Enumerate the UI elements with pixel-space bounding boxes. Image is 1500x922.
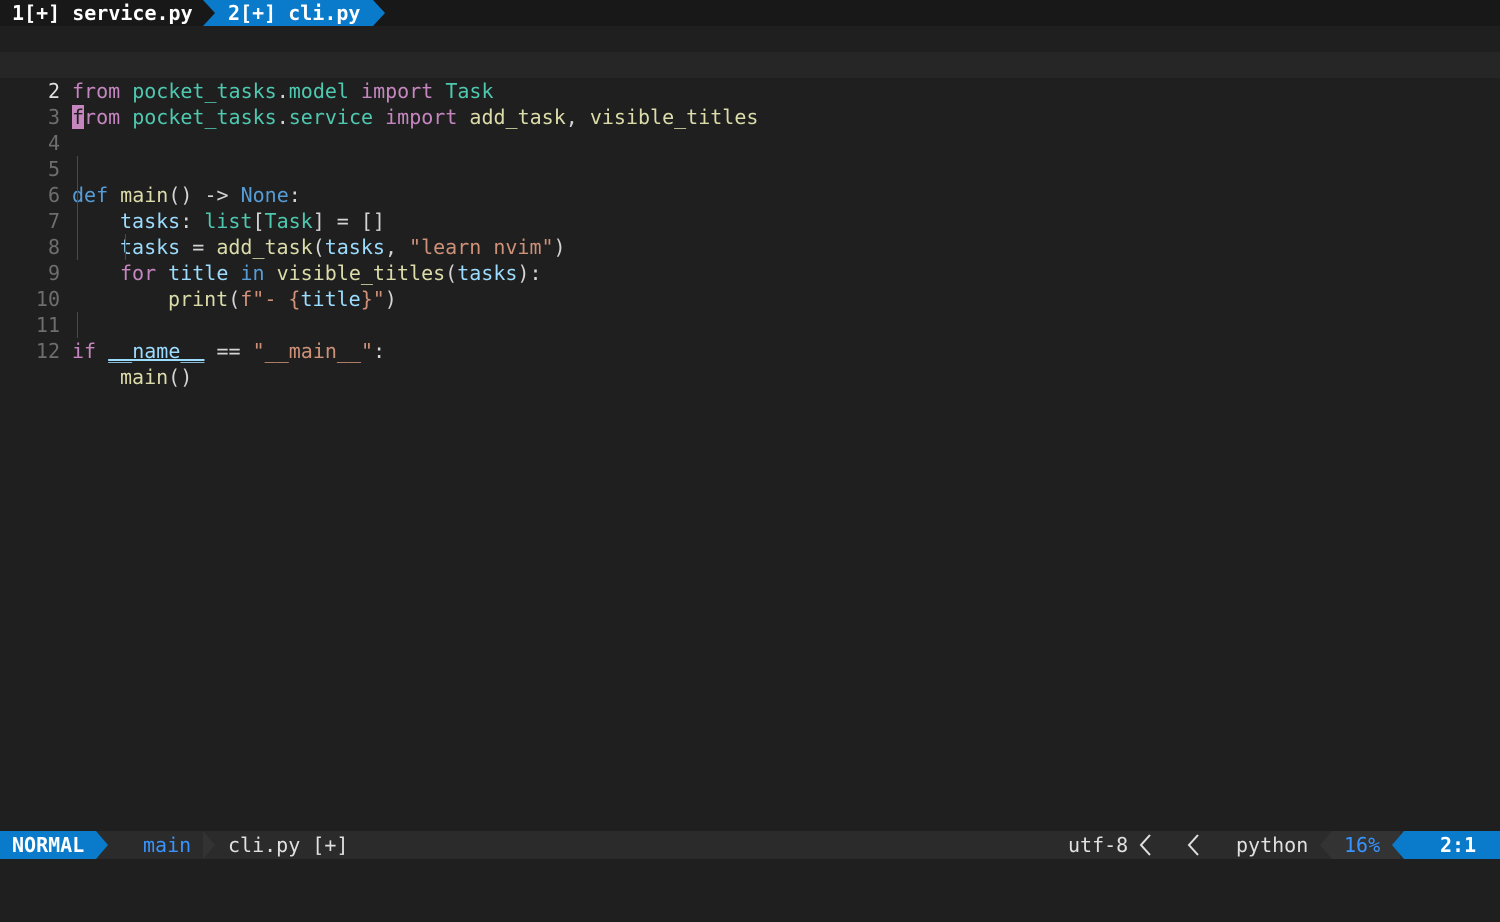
indent-guide: [77, 156, 78, 260]
indent-guide: [125, 234, 126, 260]
separator-chevron: [1187, 834, 1199, 856]
code-text: main(): [120, 365, 193, 389]
code-text: if __name__ == "__main__":: [72, 339, 386, 363]
filetype: python: [1236, 833, 1309, 857]
line-number: 12: [35, 339, 60, 363]
mode-indicator: NORMAL: [12, 833, 85, 857]
cursor-position: 2:1: [1440, 833, 1477, 857]
code-line[interactable]: 3: [0, 78, 1500, 129]
code-line[interactable]: 9 print(f"- {title}"): [0, 234, 1500, 311]
command-line[interactable]: [0, 859, 1500, 885]
code-line[interactable]: 5 def main() -> None:: [0, 130, 1500, 207]
separator-arrow: [96, 831, 108, 859]
code-line[interactable]: 6 tasks: list[Task] = []: [0, 156, 1500, 233]
code-line[interactable]: 8 for title in visible_titles(tasks):: [0, 208, 1500, 285]
tab-service-py[interactable]: 1[+] service.py: [12, 0, 193, 26]
statusline: NORMAL main cli.py [+] utf-8 python 16% …: [0, 831, 1500, 882]
code-line[interactable]: 11 if __name__ == "__main__":: [0, 286, 1500, 363]
tab-cli-py[interactable]: 2[+] cli.py: [228, 0, 360, 26]
git-branch[interactable]: main: [143, 831, 191, 859]
code-line[interactable]: 1 from pocket_tasks.model import Task: [0, 26, 1500, 103]
tabline: 1[+] service.py 2[+] cli.py: [0, 0, 1500, 26]
code-line[interactable]: 4: [0, 104, 1500, 155]
file-progress: 16%: [1344, 833, 1381, 857]
separator-arrow: [203, 831, 215, 859]
file-name: cli.py [+]: [228, 833, 349, 857]
code-line-current[interactable]: 2 from pocket_tasks.service import add_t…: [0, 52, 1500, 129]
code-line[interactable]: 7 tasks = add_task(tasks, "learn nvim"): [0, 182, 1500, 259]
separator-chevron: [1139, 834, 1151, 856]
editor-buffer[interactable]: 1 from pocket_tasks.model import Task 2 …: [0, 26, 1500, 831]
file-encoding: utf-8: [1068, 833, 1129, 857]
code-line[interactable]: 10: [0, 260, 1500, 311]
indent-guide: [77, 312, 78, 338]
code-line[interactable]: 12 main(): [0, 312, 1500, 389]
